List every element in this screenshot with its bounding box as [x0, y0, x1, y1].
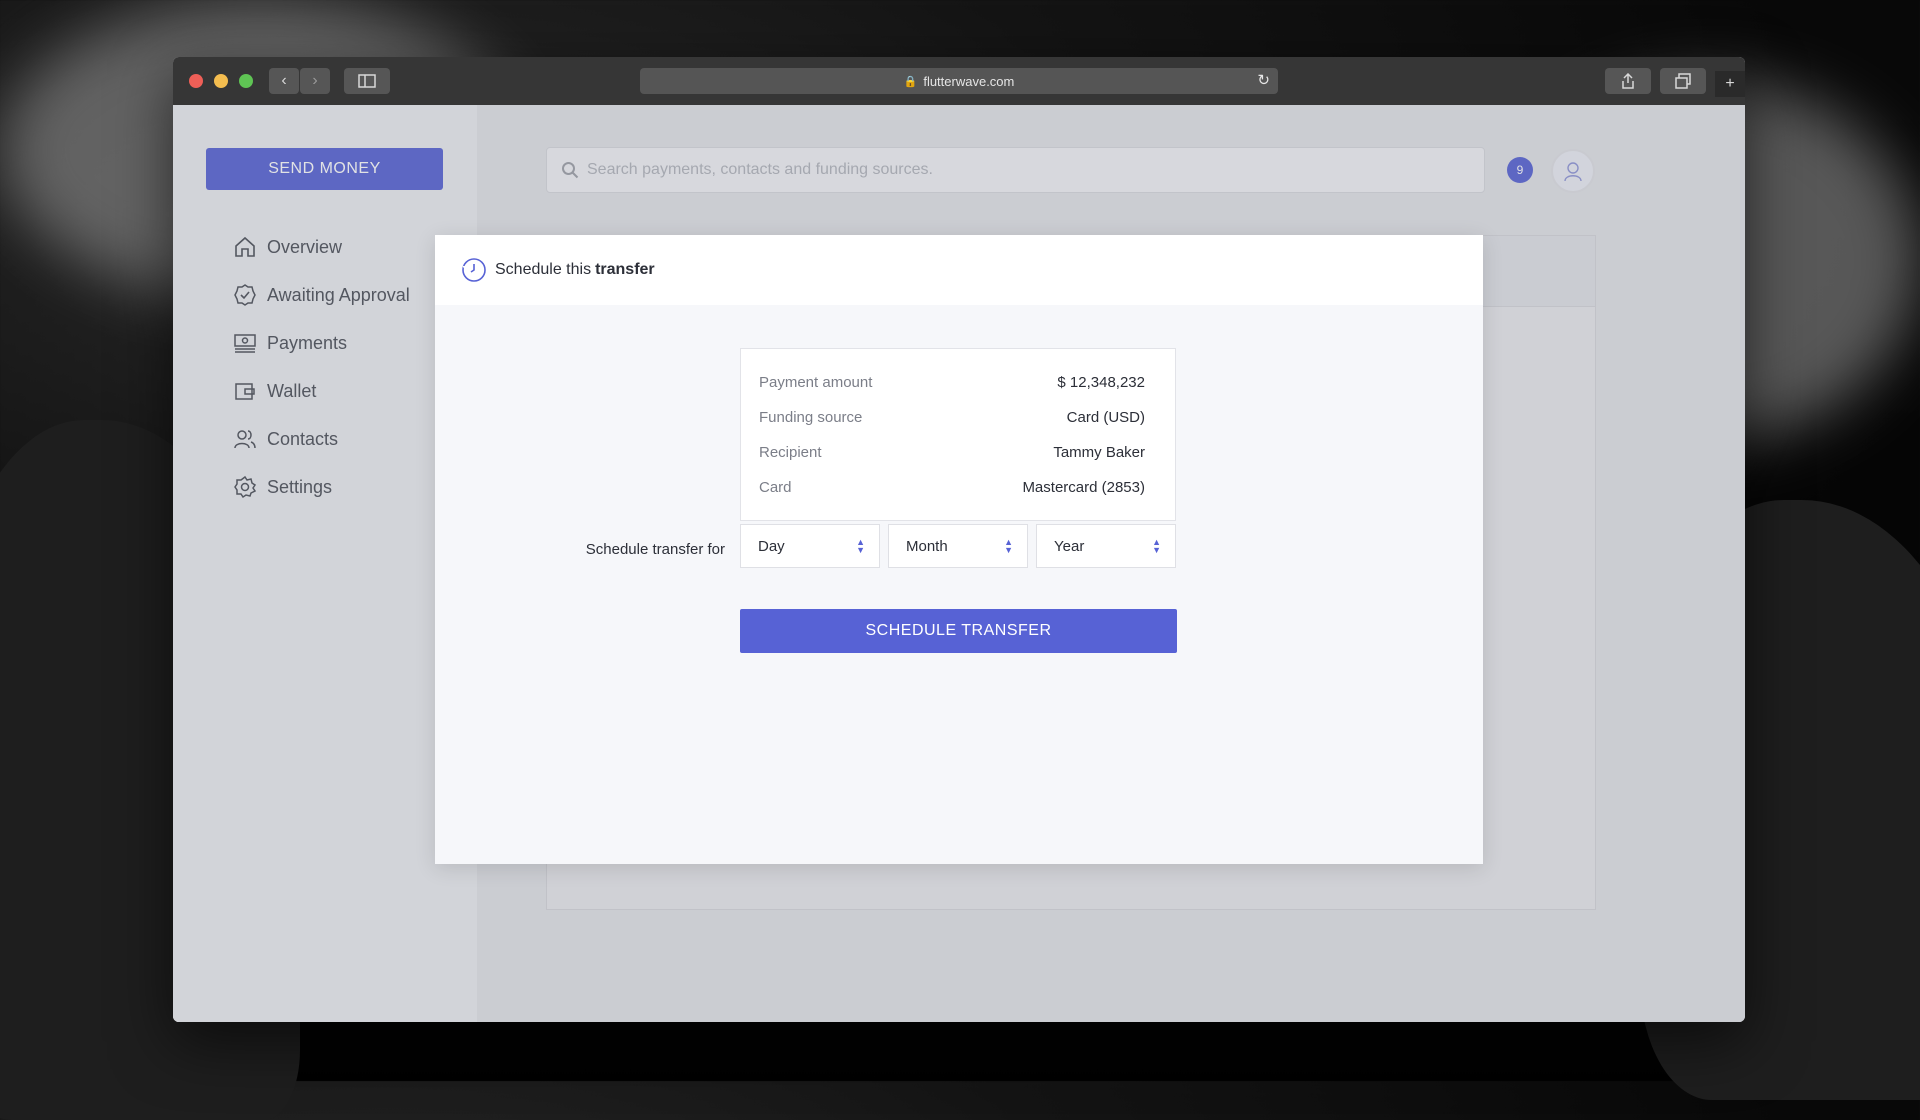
share-button[interactable] — [1605, 68, 1651, 94]
browser-titlebar: ‹ › 🔒 flutterwave.com ↻ + — [173, 57, 1745, 105]
chevron-right-icon: › — [312, 72, 318, 89]
summary-row: Payment amount $ 12,348,232 — [759, 365, 1145, 400]
summary-value: Card (USD) — [1066, 409, 1145, 426]
select-arrows-icon: ▲ ▼ — [1152, 537, 1161, 555]
close-window-button[interactable] — [189, 74, 203, 88]
sidebar-icon — [358, 74, 376, 88]
new-tab-button[interactable]: + — [1715, 71, 1745, 97]
select-arrows-icon: ▲ ▼ — [856, 537, 865, 555]
lock-icon: 🔒 — [903, 75, 918, 88]
modal-title-prefix: Schedule this — [495, 261, 592, 278]
forward-button[interactable]: › — [300, 68, 330, 94]
summary-label: Recipient — [759, 444, 822, 461]
browser-window: ‹ › 🔒 flutterwave.com ↻ + SEND MONEY Ove… — [173, 57, 1745, 1022]
plus-icon: + — [1725, 75, 1735, 92]
schedule-transfer-modal: Schedule this transfer Payment amount $ … — [435, 235, 1483, 864]
url-text: flutterwave.com — [923, 73, 1015, 89]
year-select[interactable]: Year ▲ ▼ — [1036, 524, 1176, 568]
chevron-left-icon: ‹ — [281, 72, 287, 89]
select-arrows-icon: ▲ ▼ — [1004, 537, 1013, 555]
summary-label: Card — [759, 479, 792, 496]
summary-label: Payment amount — [759, 374, 873, 391]
back-button[interactable]: ‹ — [269, 68, 299, 94]
tabs-button[interactable] — [1660, 68, 1706, 94]
tabs-icon — [1675, 73, 1691, 89]
day-select-value: Day — [758, 537, 785, 555]
month-select-value: Month — [906, 537, 948, 555]
day-select[interactable]: Day ▲ ▼ — [740, 524, 880, 568]
sidebar-toggle-button[interactable] — [344, 68, 390, 94]
maximize-window-button[interactable] — [239, 74, 253, 88]
minimize-window-button[interactable] — [214, 74, 228, 88]
schedule-transfer-button[interactable]: SCHEDULE TRANSFER — [740, 609, 1177, 653]
summary-value: Tammy Baker — [1053, 444, 1145, 461]
summary-row: Card Mastercard (2853) — [759, 470, 1145, 505]
payment-summary: Payment amount $ 12,348,232 Funding sour… — [740, 348, 1176, 521]
summary-value: Mastercard (2853) — [1022, 479, 1145, 496]
reload-icon[interactable]: ↻ — [1257, 71, 1270, 89]
modal-title-strong: transfer — [595, 261, 655, 278]
modal-header: Schedule this transfer — [435, 235, 1483, 305]
summary-value: $ 12,348,232 — [1057, 374, 1145, 391]
year-select-value: Year — [1054, 537, 1085, 555]
share-icon — [1622, 73, 1634, 89]
address-bar[interactable]: 🔒 flutterwave.com ↻ — [640, 68, 1278, 94]
schedule-label: Schedule transfer for — [585, 541, 725, 558]
summary-row: Funding source Card (USD) — [759, 400, 1145, 435]
summary-row: Recipient Tammy Baker — [759, 435, 1145, 470]
summary-label: Funding source — [759, 409, 863, 426]
month-select[interactable]: Month ▲ ▼ — [888, 524, 1028, 568]
clock-icon — [462, 258, 486, 282]
